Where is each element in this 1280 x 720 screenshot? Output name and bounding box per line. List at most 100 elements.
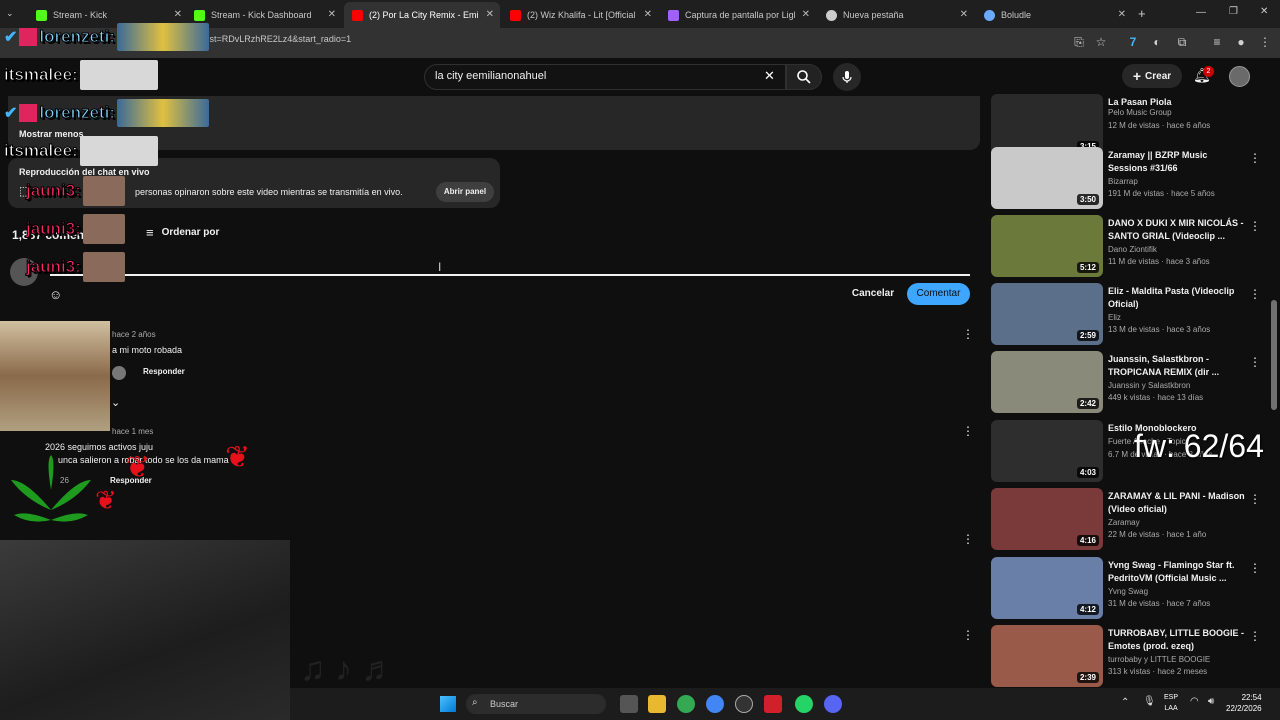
- windows-start-icon[interactable]: [440, 696, 456, 712]
- account-avatar[interactable]: [1229, 66, 1250, 87]
- video-menu-icon[interactable]: ⋮: [1249, 492, 1261, 506]
- recommendation-item[interactable]: 4:12 Yvng Swag - Flamingo Star ft. Pedri…: [991, 557, 1271, 619]
- tab-search-icon[interactable]: ⌄: [6, 8, 14, 19]
- extension-7tv-icon[interactable]: 7: [1126, 35, 1140, 49]
- tab-wiz-khalifa[interactable]: (2) Wiz Khalifa - Lit [Official Vid ✕: [502, 2, 658, 28]
- close-icon[interactable]: ✕: [960, 9, 968, 20]
- chrome-active-icon[interactable]: [706, 695, 724, 713]
- language-indicator[interactable]: ESP LAA: [1164, 692, 1178, 714]
- video-title[interactable]: Yvng Swag - Flamingo Star ft. PedritoVM …: [1108, 559, 1248, 585]
- video-menu-icon[interactable]: ⋮: [1249, 151, 1261, 165]
- recommendation-item[interactable]: 3:50 Zaramay || BZRP Music Sessions #31/…: [991, 147, 1271, 209]
- open-panel-button[interactable]: Abrir panel: [436, 182, 494, 202]
- whatsapp-icon[interactable]: [795, 695, 813, 713]
- obs-icon[interactable]: [735, 695, 753, 713]
- video-title[interactable]: Eliz - Maldita Pasta (Videoclip Oficial): [1108, 285, 1248, 311]
- extensions-puzzle-icon[interactable]: ⧉: [1175, 35, 1189, 49]
- badge-7tv-icon: [19, 28, 38, 46]
- video-thumbnail[interactable]: 2:39: [991, 625, 1103, 687]
- recommendation-item[interactable]: 2:39 TURROBABY, LITTLE BOOGIE - Emotes (…: [991, 625, 1271, 687]
- close-icon[interactable]: ✕: [174, 9, 182, 20]
- video-title[interactable]: ZARAMAY & LIL PANI - Madison (Video ofic…: [1108, 490, 1248, 516]
- reading-list-icon[interactable]: ≡: [1210, 35, 1224, 49]
- sort-by-button[interactable]: ≡ Ordenar por: [146, 225, 219, 240]
- comment-input[interactable]: [50, 274, 970, 276]
- video-menu-icon[interactable]: ⋮: [1249, 355, 1261, 369]
- video-menu-icon[interactable]: ⋮: [1249, 561, 1261, 575]
- video-thumbnail[interactable]: 4:12: [991, 557, 1103, 619]
- video-thumbnail[interactable]: 5:12: [991, 215, 1103, 277]
- comment-menu-icon[interactable]: ⋮: [962, 629, 974, 641]
- reply-button[interactable]: Responder: [143, 367, 185, 376]
- channel-name[interactable]: Zaramay: [1108, 518, 1140, 527]
- install-app-icon[interactable]: ⎘: [1072, 35, 1086, 49]
- comment-submit-button[interactable]: Comentar: [907, 283, 970, 305]
- close-icon[interactable]: ✕: [644, 9, 652, 20]
- video-thumbnail[interactable]: 2:59: [991, 283, 1103, 345]
- voice-search-button[interactable]: [833, 63, 861, 91]
- chevron-up-icon[interactable]: ⌃: [1121, 697, 1129, 708]
- tab-por-la-city[interactable]: (2) Por La City Remix - Emiliano ✕: [344, 2, 500, 28]
- close-icon[interactable]: ✕: [328, 9, 336, 20]
- tab-new-tab[interactable]: Nueva pestaña ✕: [818, 2, 974, 28]
- channel-name[interactable]: Eliz: [1108, 313, 1121, 322]
- close-window-icon[interactable]: ✕: [1260, 6, 1268, 17]
- video-menu-icon[interactable]: ⋮: [1249, 219, 1261, 233]
- tab-kick-dashboard[interactable]: Stream - Kick Dashboard ✕: [186, 2, 342, 28]
- task-view-icon[interactable]: [620, 695, 638, 713]
- chrome-icon[interactable]: [677, 695, 695, 713]
- video-thumbnail[interactable]: 3:50: [991, 147, 1103, 209]
- voicemod-icon[interactable]: [764, 695, 782, 713]
- cancel-button[interactable]: Cancelar: [846, 283, 900, 305]
- channel-name[interactable]: turrobaby y LITTLE BOOGIE: [1108, 655, 1210, 664]
- dark-mode-icon[interactable]: ◐: [1150, 35, 1164, 49]
- system-clock[interactable]: 22:54 22/2/2026: [1226, 692, 1262, 714]
- video-title[interactable]: Zaramay || BZRP Music Sessions #31/66: [1108, 149, 1248, 175]
- browser-menu-icon[interactable]: ⋮: [1258, 35, 1272, 49]
- bookmark-star-icon[interactable]: ☆: [1094, 35, 1108, 49]
- new-tab-icon[interactable]: +: [1138, 6, 1146, 21]
- video-thumbnail[interactable]: 4:03: [991, 420, 1103, 482]
- close-icon[interactable]: ✕: [486, 9, 494, 20]
- comment-menu-icon[interactable]: ⋮: [962, 328, 974, 340]
- chevron-down-icon[interactable]: ⌄: [111, 396, 120, 409]
- recommendation-item[interactable]: 2:59 Eliz - Maldita Pasta (Videoclip Ofi…: [991, 283, 1271, 345]
- minimize-icon[interactable]: —: [1196, 7, 1206, 18]
- wifi-icon[interactable]: ◠: [1190, 696, 1199, 707]
- video-title[interactable]: Juanssin, Salastkbron - TROPICANA REMIX …: [1108, 353, 1248, 379]
- close-icon[interactable]: ✕: [1118, 9, 1126, 20]
- video-title[interactable]: TURROBABY, LITTLE BOOGIE - Emotes (prod.…: [1108, 627, 1248, 653]
- microphone-icon[interactable]: 🎙︎: [1143, 696, 1156, 707]
- maximize-icon[interactable]: ❐: [1229, 6, 1238, 17]
- video-title[interactable]: DANO X DUKI X MIR NICOLÁS - SANTO GRIAL …: [1108, 217, 1248, 243]
- search-button[interactable]: [786, 64, 822, 90]
- volume-icon[interactable]: 🔊︎: [1208, 696, 1214, 707]
- profile-icon[interactable]: ●: [1234, 35, 1248, 49]
- close-icon[interactable]: ✕: [802, 9, 810, 20]
- video-thumbnail[interactable]: 4:16: [991, 488, 1103, 550]
- tab-boludle[interactable]: Boludle ✕: [976, 2, 1132, 28]
- video-menu-icon[interactable]: ⋮: [1249, 287, 1261, 301]
- recommendation-item[interactable]: 5:12 DANO X DUKI X MIR NICOLÁS - SANTO G…: [991, 215, 1271, 277]
- channel-name[interactable]: Yvng Swag: [1108, 587, 1148, 596]
- channel-name[interactable]: Bizarrap: [1108, 177, 1138, 186]
- video-menu-icon[interactable]: ⋮: [1249, 629, 1261, 643]
- duration-badge: 2:59: [1076, 330, 1099, 341]
- clear-search-icon[interactable]: ✕: [764, 68, 775, 84]
- tab-lightshot[interactable]: Captura de pantalla por Lightsh ✕: [660, 2, 816, 28]
- recommendation-item[interactable]: 4:16 ZARAMAY & LIL PANI - Madison (Video…: [991, 488, 1271, 550]
- channel-name[interactable]: Juanssin y Salastkbron: [1108, 381, 1190, 390]
- video-thumbnail[interactable]: 2:42: [991, 351, 1103, 413]
- channel-name[interactable]: Dano Ziontifik: [1108, 245, 1157, 254]
- comment-menu-icon[interactable]: ⋮: [962, 425, 974, 437]
- discord-icon[interactable]: [824, 695, 842, 713]
- comment-menu-icon[interactable]: ⋮: [962, 533, 974, 545]
- sidebar-scrollbar[interactable]: [1271, 300, 1277, 410]
- taskbar-search[interactable]: Buscar: [466, 694, 606, 714]
- file-explorer-icon[interactable]: [648, 695, 666, 713]
- emoji-icon[interactable]: ☺: [49, 287, 62, 302]
- recommendation-item[interactable]: 2:42 Juanssin, Salastkbron - TROPICANA R…: [991, 351, 1271, 413]
- channel-name[interactable]: Pelo Music Group: [1108, 108, 1172, 117]
- search-input-value[interactable]: la city eemilianonahuel: [435, 70, 546, 82]
- create-button[interactable]: + Crear: [1122, 64, 1182, 88]
